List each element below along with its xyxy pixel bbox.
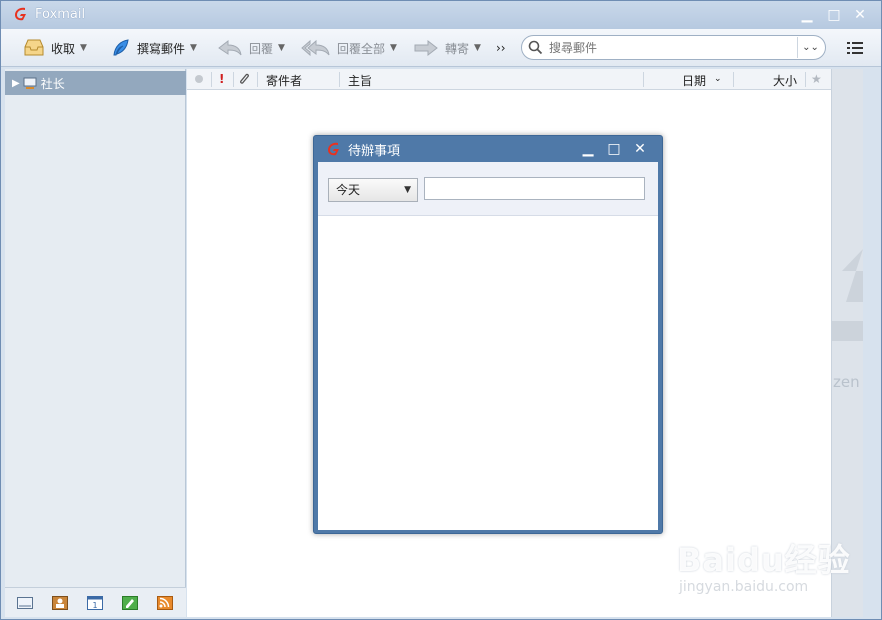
reply-all-icon — [301, 39, 330, 57]
size-column-header[interactable]: 大小 — [773, 72, 797, 89]
reply-all-label: 回覆全部 — [337, 41, 386, 56]
subject-column-header[interactable]: 主旨 — [348, 72, 372, 89]
todo-dialog-body: 今天 ▼ — [318, 162, 658, 530]
search-box[interactable]: ⌄⌄ — [521, 35, 826, 60]
sort-chevron-icon[interactable]: ⌄ — [714, 74, 722, 84]
reply-icon — [218, 39, 242, 56]
date-filter-value: 今天 — [336, 183, 361, 197]
todo-dialog-title: 待辦事項 — [348, 144, 401, 159]
search-icon — [528, 40, 543, 55]
forward-label: 轉寄 — [445, 41, 470, 56]
account-icon — [23, 77, 37, 89]
baidu-jingyan-watermark: Baidu经验 jingyan.baidu.com — [677, 529, 857, 609]
menu-list-icon[interactable] — [847, 42, 863, 55]
account-item[interactable]: ▶ 社长 — [5, 71, 186, 95]
feather-icon — [113, 39, 129, 56]
toolbar: 收取 ▼ 撰寫郵件 ▼ 回覆 ▼ 回覆全部 ▼ 轉寄 ▼ ›› 搜尋郵件 ⌄⌄ — [1, 29, 881, 67]
priority-icon[interactable]: ! — [219, 72, 224, 86]
column-header: ! 寄件者 主旨 日期 ⌄ 大小 ★ — [187, 69, 831, 90]
todo-dialog: 待辦事項 ▁ □ ✕ 今天 ▼ — [313, 135, 663, 534]
foxmail-logo-icon — [328, 142, 339, 156]
sender-column-header[interactable]: 寄件者 — [266, 72, 302, 89]
chevron-down-icon: ▼ — [404, 185, 411, 195]
title-bar: Foxmail ▁ □ ✕ — [1, 1, 881, 29]
expand-arrow-icon[interactable]: ▶ — [12, 78, 20, 89]
forward-button[interactable]: 轉寄 ▼ — [413, 36, 481, 60]
chevron-down-icon[interactable]: ▼ — [390, 43, 397, 53]
account-label: 社长 — [40, 76, 65, 91]
reply-all-button[interactable]: 回覆全部 ▼ — [301, 36, 397, 60]
close-button[interactable]: ✕ — [849, 5, 871, 25]
compose-button[interactable]: 撰寫郵件 ▼ — [111, 36, 197, 60]
todo-search-field[interactable] — [424, 177, 645, 200]
folder-sidebar: ▶ 社长 1 — [5, 69, 186, 617]
reply-label: 回覆 — [249, 41, 274, 56]
dialog-close-button[interactable]: ✕ — [630, 139, 650, 159]
inbox-icon — [24, 39, 44, 56]
calendar-icon[interactable]: 1 — [87, 596, 103, 610]
reply-button[interactable]: 回覆 ▼ — [217, 36, 285, 60]
forward-icon — [414, 39, 438, 57]
chevron-down-icon[interactable]: ▼ — [80, 43, 87, 53]
compose-label: 撰寫郵件 — [137, 41, 186, 56]
background-logo-fragment — [832, 249, 863, 341]
module-switcher: 1 — [5, 587, 186, 617]
background-watermark-fragment: zen — [833, 373, 860, 391]
chevron-down-icon[interactable]: ▼ — [278, 43, 285, 53]
receive-label: 收取 — [51, 41, 76, 56]
contacts-icon[interactable] — [52, 596, 68, 610]
chevron-down-icon[interactable]: ▼ — [474, 43, 481, 53]
date-filter-select[interactable]: 今天 ▼ — [328, 178, 418, 202]
mail-icon[interactable] — [17, 596, 33, 610]
search-input[interactable] — [549, 39, 789, 57]
read-status-icon[interactable] — [194, 74, 204, 84]
star-icon[interactable]: ★ — [811, 72, 822, 86]
foxmail-logo-icon — [15, 7, 26, 21]
svg-text:1: 1 — [92, 601, 97, 610]
dialog-maximize-button[interactable]: □ — [604, 139, 624, 159]
receive-button[interactable]: 收取 ▼ — [23, 36, 87, 60]
minimize-button[interactable]: ▁ — [796, 5, 818, 25]
more-label: ›› — [496, 41, 506, 55]
search-options-chevron-icon[interactable]: ⌄⌄ — [797, 37, 823, 58]
date-column-header[interactable]: 日期 — [682, 72, 706, 89]
more-button[interactable]: ›› — [496, 36, 506, 60]
attachment-icon[interactable] — [237, 72, 251, 86]
watermark-logo: Baidu经验 — [677, 541, 851, 579]
dialog-minimize-button[interactable]: ▁ — [578, 139, 598, 159]
watermark-url: jingyan.baidu.com — [679, 579, 809, 595]
foxmail-window: Foxmail ▁ □ ✕ 收取 ▼ 撰寫郵件 ▼ 回覆 ▼ 回覆全部 ▼ 轉寄… — [0, 0, 882, 620]
app-title: Foxmail — [35, 7, 86, 22]
chevron-down-icon[interactable]: ▼ — [190, 43, 197, 53]
todo-filter-bar: 今天 ▼ — [318, 162, 658, 216]
maximize-button[interactable]: □ — [823, 5, 845, 25]
rss-icon[interactable] — [157, 596, 173, 610]
notes-icon[interactable] — [122, 596, 138, 610]
